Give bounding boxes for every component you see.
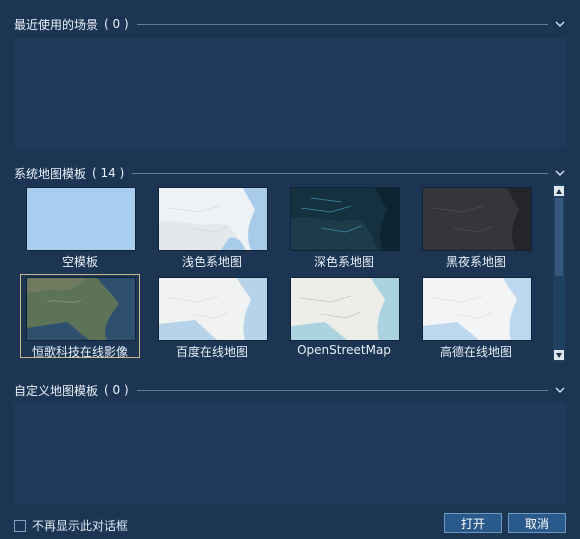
template-label: 百度在线地图	[175, 345, 248, 359]
section-divider	[132, 172, 548, 174]
template-dark[interactable]: 深色系地图	[284, 184, 404, 269]
template-label: 空模板	[61, 255, 98, 269]
open-button[interactable]: 打开	[444, 513, 502, 533]
scroll-down-icon[interactable]	[554, 350, 564, 360]
custom-templates-panel	[14, 403, 566, 503]
template-thumbnail	[158, 187, 268, 251]
chevron-down-icon[interactable]	[554, 167, 566, 179]
custom-section-count: ( 0 )	[104, 383, 129, 397]
template-label: OpenStreetMap	[297, 343, 391, 357]
custom-section-title: 自定义地图模板	[14, 383, 99, 398]
scroll-thumb[interactable]	[555, 198, 563, 276]
custom-section-header[interactable]: 自定义地图模板 ( 0 )	[14, 382, 566, 398]
template-light[interactable]: 浅色系地图	[152, 184, 272, 269]
template-thumbnail	[26, 277, 136, 341]
template-label: 恒歌科技在线影像	[31, 345, 128, 359]
template-blank[interactable]: 空模板	[20, 184, 140, 269]
template-label: 深色系地图	[313, 255, 374, 269]
system-section-count: ( 14 )	[92, 166, 125, 180]
template-night[interactable]: 黑夜系地图	[416, 184, 536, 269]
recent-section-count: ( 0 )	[104, 17, 129, 31]
recent-section-header[interactable]: 最近使用的场景 ( 0 )	[14, 16, 566, 32]
template-openstreetmap[interactable]: OpenStreetMap	[284, 274, 404, 358]
template-baidu[interactable]: 百度在线地图	[152, 274, 272, 359]
template-label: 黑夜系地图	[445, 255, 506, 269]
recent-section-title: 最近使用的场景	[14, 17, 99, 32]
chevron-down-icon[interactable]	[554, 18, 566, 30]
template-thumbnail	[422, 187, 532, 251]
template-label: 高德在线地图	[439, 345, 512, 359]
recent-scenes-panel	[14, 38, 566, 148]
system-section-title: 系统地图模板	[14, 166, 87, 181]
template-imagery[interactable]: 恒歌科技在线影像	[20, 274, 140, 359]
template-grid: 空模板 浅色系地图 深色系地图 黑夜系地图 恒歌科技在线影像 百度在线地图 Op…	[14, 184, 550, 362]
template-thumbnail	[290, 277, 400, 341]
template-thumbnail	[290, 187, 400, 251]
chevron-down-icon[interactable]	[554, 384, 566, 396]
scroll-up-icon[interactable]	[554, 186, 564, 196]
dont-show-again-checkbox[interactable]	[14, 519, 26, 532]
dont-show-again-label: 不再显示此对话框	[32, 519, 129, 533]
dont-show-again[interactable]: 不再显示此对话框	[14, 517, 128, 534]
template-scrollbar[interactable]	[553, 184, 565, 362]
template-label: 浅色系地图	[181, 255, 242, 269]
section-divider	[136, 389, 548, 391]
cancel-button[interactable]: 取消	[508, 513, 566, 533]
template-amap[interactable]: 高德在线地图	[416, 274, 536, 359]
template-thumbnail	[158, 277, 268, 341]
section-divider	[136, 23, 548, 25]
system-section-header[interactable]: 系统地图模板 ( 14 )	[14, 165, 566, 181]
template-thumbnail	[26, 187, 136, 251]
template-thumbnail	[422, 277, 532, 341]
